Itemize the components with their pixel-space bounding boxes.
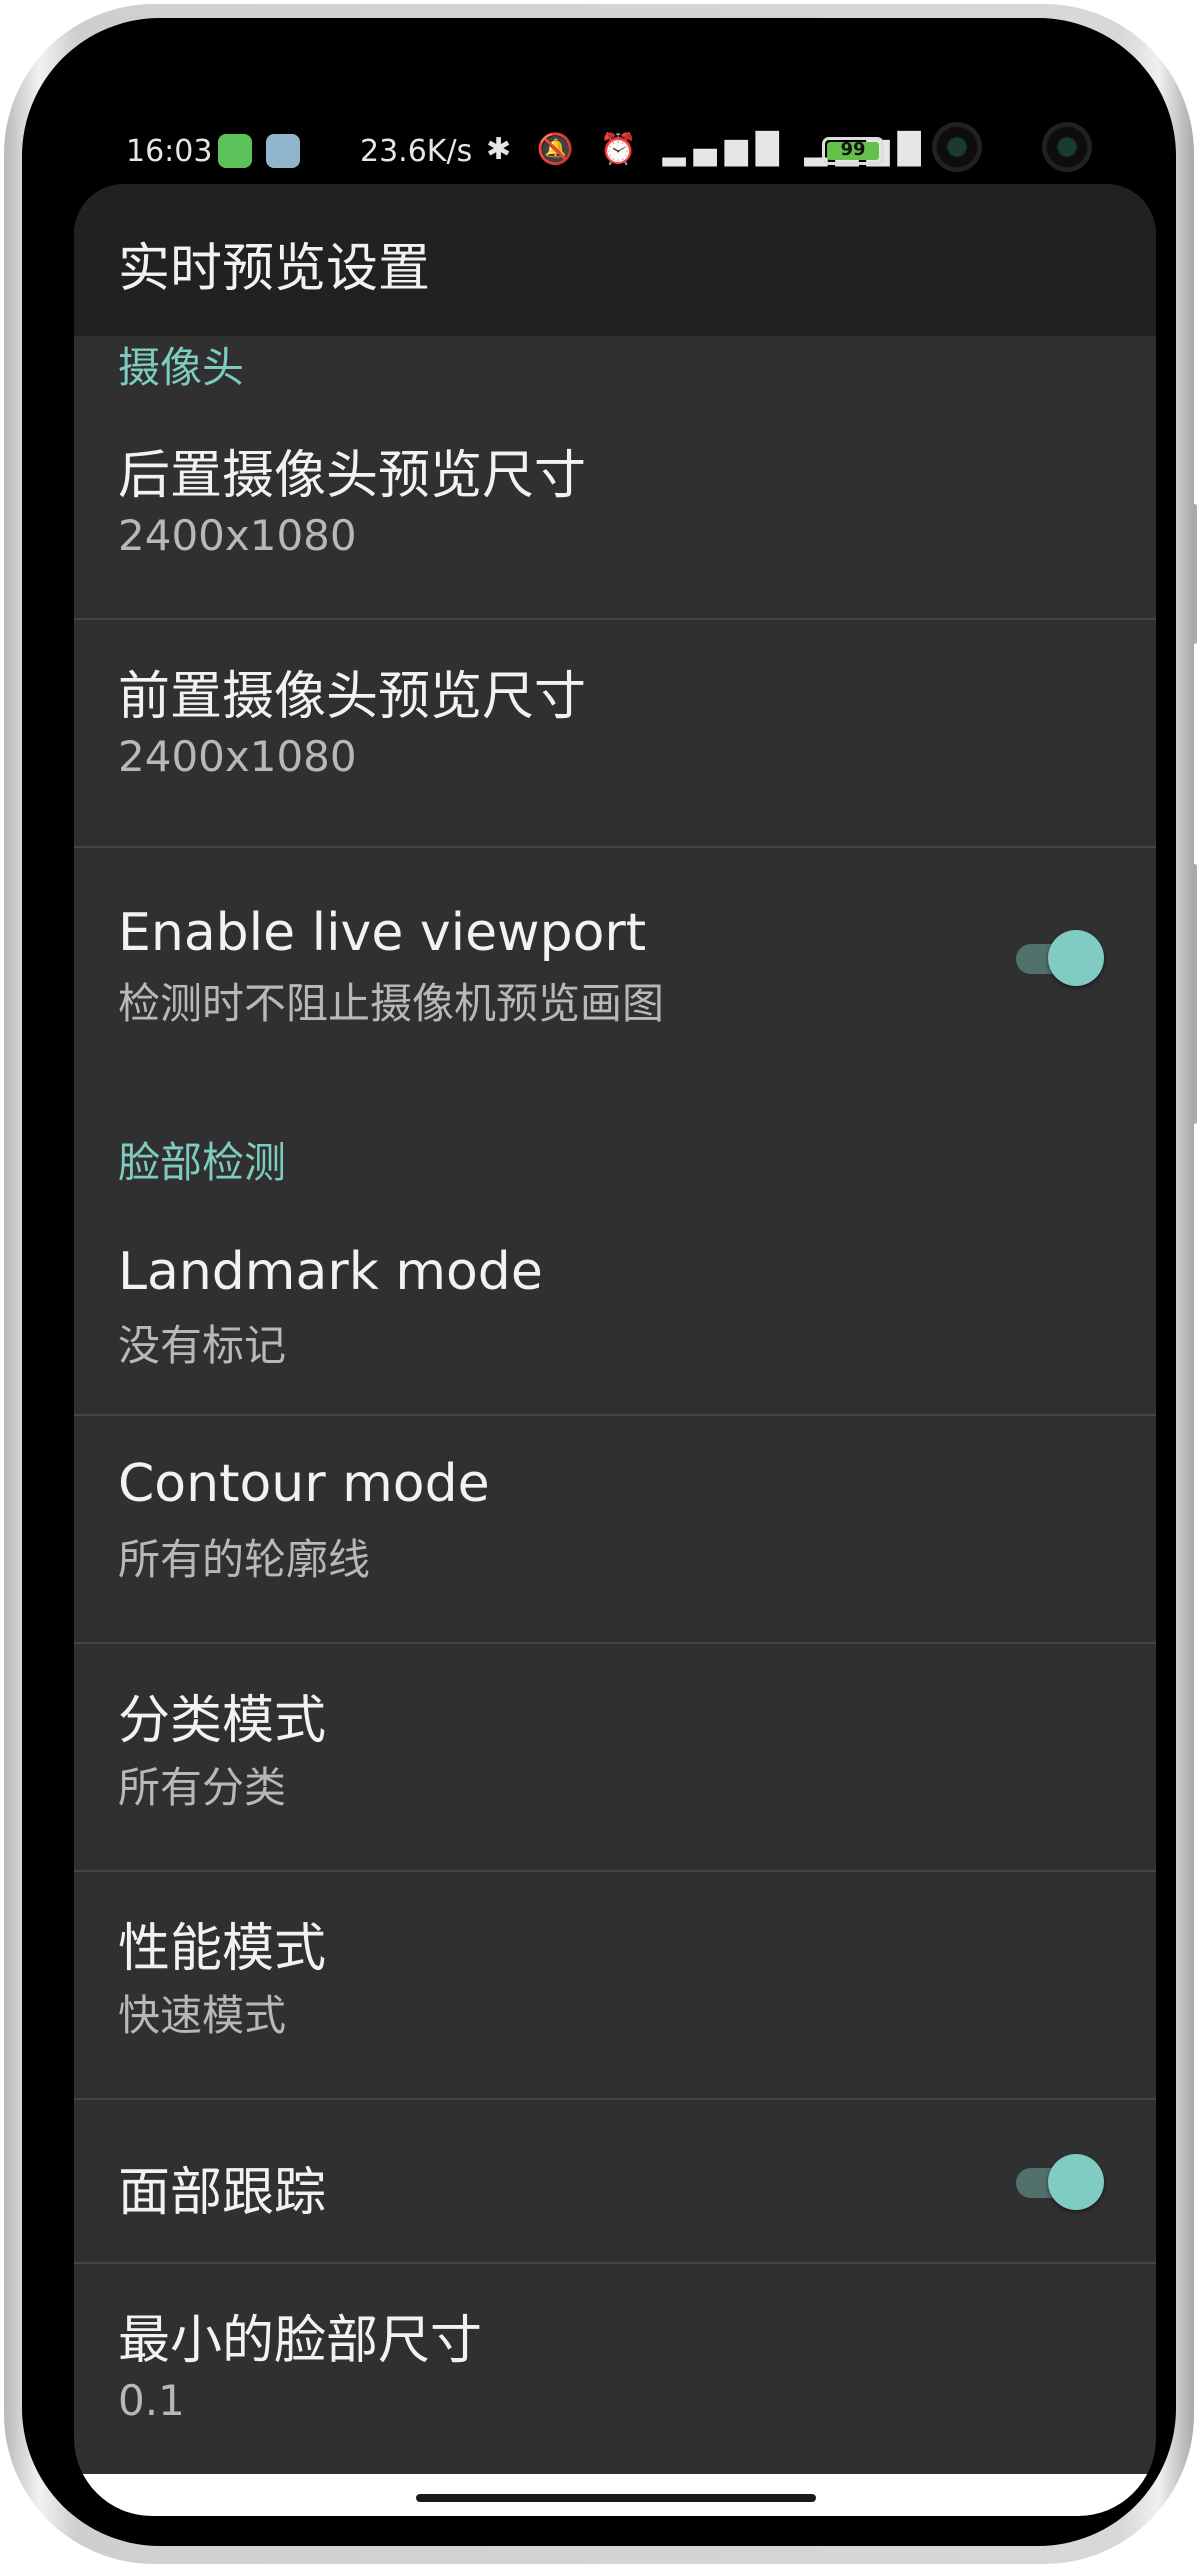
pref-summary: 2400x1080 [118, 511, 357, 560]
category-face-detection: 脸部检测 [118, 1138, 287, 1187]
live-viewport-switch[interactable] [1012, 928, 1104, 988]
volume-button [1192, 504, 1197, 644]
charging-icon: ϟ [896, 132, 915, 165]
phone-frame: 16:03 23.6K/s ✱ 🔕 ⏰ ▂▄▆█ ▂▄▆█ ◠ 99 ϟ 实时预… [4, 4, 1197, 2564]
status-time: 16:03 [126, 134, 213, 169]
pref-title: 后置摄像头预览尺寸 [118, 446, 587, 506]
pref-summary: 2400x1080 [118, 732, 357, 781]
phone-bezel: 16:03 23.6K/s ✱ 🔕 ⏰ ▂▄▆█ ▂▄▆█ ◠ 99 ϟ 实时预… [22, 18, 1176, 2546]
pref-title: 性能模式 [118, 1919, 327, 1979]
front-camera-icon [1042, 122, 1092, 172]
status-bar: 16:03 23.6K/s ✱ 🔕 ⏰ ▂▄▆█ ▂▄▆█ ◠ 99 ϟ [74, 58, 1156, 186]
network-speed: 23.6K/s [360, 134, 473, 169]
pref-face-tracking[interactable]: 面部跟踪 [74, 2100, 1156, 2262]
pref-summary: 没有标记 [118, 1321, 287, 1370]
pref-title: Enable live viewport [118, 903, 647, 963]
pref-summary: 所有分类 [118, 1763, 287, 1812]
pref-title: 最小的脸部尺寸 [118, 2311, 483, 2371]
pref-summary: 所有的轮廓线 [118, 1535, 371, 1584]
face-tracking-switch[interactable] [1012, 2152, 1104, 2212]
screen: 16:03 23.6K/s ✱ 🔕 ⏰ ▂▄▆█ ▂▄▆█ ◠ 99 ϟ 实时预… [74, 58, 1156, 2516]
pref-title: Contour mode [118, 1454, 490, 1514]
pref-performance-mode[interactable]: 性能模式 快速模式 [74, 1872, 1156, 2098]
pref-title: 面部跟踪 [118, 2163, 327, 2223]
home-gesture-handle[interactable] [416, 2494, 816, 2502]
pref-landmark-mode[interactable]: Landmark mode 没有标记 [74, 1204, 1156, 1434]
navigation-bar [74, 2474, 1156, 2516]
app-bar: 实时预览设置 [74, 184, 1156, 336]
battery-icon: 99 [822, 137, 884, 165]
page-title: 实时预览设置 [118, 239, 431, 299]
pref-title: 前置摄像头预览尺寸 [118, 667, 587, 727]
switch-thumb [1048, 930, 1104, 986]
category-camera: 摄像头 [118, 343, 245, 392]
battery-level: 99 [840, 139, 866, 160]
power-button [1192, 864, 1197, 1124]
pref-summary: 0.1 [118, 2376, 185, 2425]
pref-summary: 快速模式 [118, 1991, 287, 2040]
app-notification-icon [218, 134, 252, 168]
pref-contour-mode[interactable]: Contour mode 所有的轮廓线 [74, 1416, 1156, 1642]
pref-min-face-size[interactable]: 最小的脸部尺寸 0.1 [74, 2264, 1156, 2474]
pref-title: 分类模式 [118, 1691, 327, 1751]
front-camera-icon [932, 122, 982, 172]
pref-front-camera-size[interactable]: 前置摄像头预览尺寸 2400x1080 [74, 620, 1156, 846]
pref-title: Landmark mode [118, 1242, 543, 1302]
pref-summary: 检测时不阻止摄像机预览画图 [118, 979, 665, 1028]
app-notification-icon [266, 134, 300, 168]
pref-live-viewport[interactable]: Enable live viewport 检测时不阻止摄像机预览画图 [74, 848, 1156, 1068]
pref-rear-camera-size[interactable]: 后置摄像头预览尺寸 2400x1080 [74, 399, 1156, 599]
switch-thumb [1048, 2154, 1104, 2210]
pref-classification-mode[interactable]: 分类模式 所有分类 [74, 1644, 1156, 1870]
settings-screen: 实时预览设置 摄像头 后置摄像头预览尺寸 2400x1080 前置摄像头预览尺寸… [74, 184, 1156, 2474]
